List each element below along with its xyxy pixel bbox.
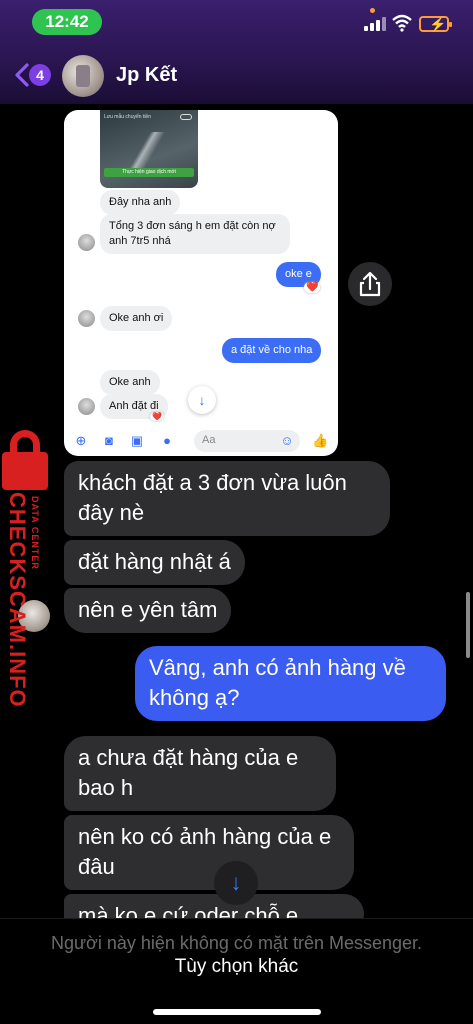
mini-scroll-down-icon: ↓ bbox=[188, 386, 216, 414]
scrollbar[interactable] bbox=[466, 592, 470, 658]
message-bubble-outgoing[interactable]: Vâng, anh có ảnh hàng về không ạ? bbox=[135, 646, 446, 721]
mini-message: Oke anh bbox=[100, 370, 160, 395]
footer: Người này hiện không có mặt trên Messeng… bbox=[0, 918, 473, 1024]
plus-icon: ⊕ bbox=[75, 433, 87, 448]
like-icon: 👍 bbox=[312, 433, 329, 448]
watermark-logo: CHECKSCAM.INFO DATA CENTER bbox=[0, 430, 52, 708]
scroll-down-button[interactable]: ↓ bbox=[214, 861, 258, 905]
camera-icon: ◙ bbox=[105, 433, 113, 448]
header-bar: 12:42 ⚡ 4 Jp Kết bbox=[0, 0, 473, 104]
battery-icon: ⚡ bbox=[419, 16, 452, 32]
mini-message: Đây nha anh bbox=[100, 190, 181, 215]
message-bubble-incoming[interactable]: khách đặt a 3 đơn vừa luôn đây nè bbox=[64, 461, 390, 536]
mini-message: Oke anh ơi bbox=[100, 306, 173, 331]
emoji-icon: ☺ bbox=[280, 433, 294, 448]
message-bubble-incoming[interactable]: a chưa đặt hàng của e bao h bbox=[64, 736, 336, 811]
gallery-icon: ▣ bbox=[130, 433, 144, 448]
mini-avatar bbox=[78, 398, 95, 415]
share-button[interactable] bbox=[348, 262, 392, 306]
mini-composer: ⊕ ◙ ▣ ● Aa ☺ 👍 bbox=[64, 426, 338, 456]
status-time: 12:42 bbox=[32, 9, 102, 35]
signal-icon bbox=[364, 17, 386, 31]
unread-count-badge[interactable]: 4 bbox=[29, 64, 51, 86]
mini-avatar bbox=[78, 234, 95, 251]
share-icon bbox=[359, 271, 381, 297]
wifi-icon bbox=[392, 14, 412, 32]
unavailable-notice: Người này hiện không có mặt trên Messeng… bbox=[50, 933, 423, 953]
toggle-icon bbox=[180, 114, 192, 120]
more-options-link[interactable]: Tùy chọn khác bbox=[0, 956, 473, 978]
image-caption: Lưu mẫu chuyển tiền bbox=[104, 114, 151, 120]
heart-reaction-icon: ❤️ bbox=[304, 282, 321, 293]
home-indicator[interactable] bbox=[153, 1009, 321, 1015]
contact-name[interactable]: Jp Kết bbox=[116, 64, 177, 87]
watermark-brand: CHECKSCAM.INFO bbox=[5, 492, 30, 708]
mini-avatar bbox=[78, 310, 95, 327]
image-button: Thực hiện giao dịch mới bbox=[104, 168, 194, 177]
bank-app-image: Lưu mẫu chuyển tiền Thực hiện giao dịch … bbox=[100, 110, 198, 188]
mini-message: a đặt về cho nha bbox=[222, 338, 322, 363]
contact-avatar[interactable] bbox=[62, 55, 104, 97]
location-indicator bbox=[370, 8, 375, 13]
reaction-icon: ❤️ bbox=[150, 412, 164, 421]
mic-icon: ● bbox=[163, 433, 171, 448]
message-bubble-incoming[interactable]: đặt hàng nhật á bbox=[64, 540, 245, 585]
watermark-sub: DATA CENTER bbox=[30, 496, 40, 570]
message-bubble-incoming[interactable]: nên ko có ảnh hàng của e đâu bbox=[64, 815, 354, 890]
message-bubble-incoming[interactable]: nên e yên tâm bbox=[64, 588, 232, 633]
mini-message: Tổng 3 đơn sáng h em đặt còn nợ anh 7tr5… bbox=[100, 214, 290, 254]
shared-screenshot-image[interactable]: Lưu mẫu chuyển tiền Thực hiện giao dịch … bbox=[64, 110, 338, 456]
